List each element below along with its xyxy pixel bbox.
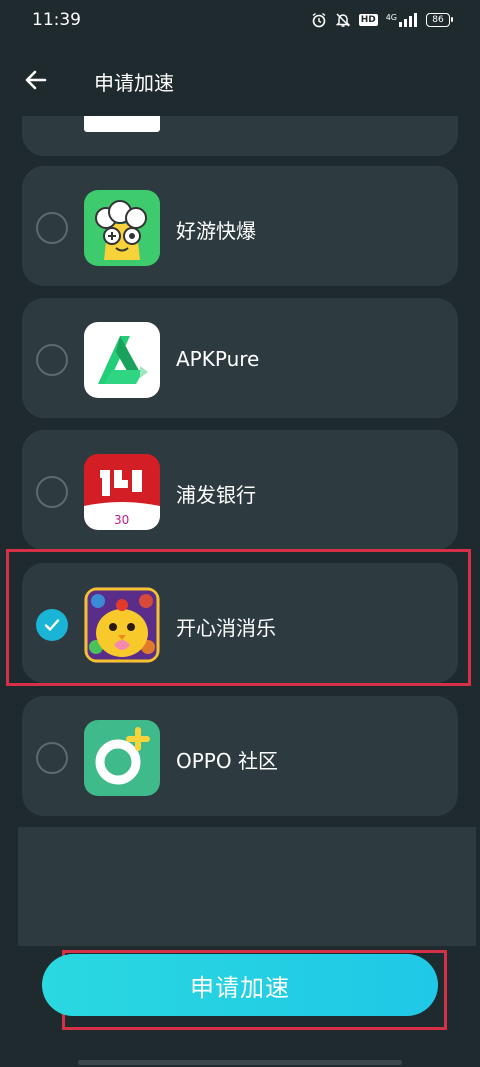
- haoyou-kuaibao-icon: [84, 190, 160, 266]
- list-item-apkpure[interactable]: APKPure: [22, 298, 458, 418]
- status-bar: 11:39 HD 4G 86: [0, 0, 480, 44]
- list-item-happy-elimination[interactable]: 开心消消乐: [22, 563, 458, 683]
- accelerate-request-screen: 11:39 HD 4G 86 申请加速 好游快爆 APKPure 30 浦发银行…: [0, 0, 480, 1067]
- radio-button[interactable]: [36, 742, 68, 774]
- battery-level: 86: [432, 15, 444, 25]
- apkpure-icon: [84, 322, 160, 398]
- app-name: 开心消消乐: [176, 616, 276, 640]
- back-button[interactable]: [20, 64, 52, 96]
- oppo-community-icon: [84, 720, 160, 796]
- app-name: 浦发银行: [176, 483, 256, 507]
- alarm-icon: [311, 12, 327, 28]
- happy-elimination-icon: [84, 587, 160, 663]
- radio-button[interactable]: [36, 212, 68, 244]
- app-name: OPPO 社区: [176, 749, 278, 773]
- list-item-oppo-community[interactable]: OPPO 社区: [22, 696, 458, 816]
- radio-button-checked[interactable]: [36, 609, 68, 641]
- gesture-bar: [78, 1060, 402, 1065]
- list-item-haoyou[interactable]: 好游快爆: [22, 166, 458, 286]
- list-item-partial[interactable]: [22, 116, 458, 156]
- app-name: APKPure: [176, 347, 260, 371]
- signal-icon: 4G: [386, 13, 418, 27]
- list-footer-panel: [18, 827, 476, 946]
- header: 申请加速: [0, 44, 480, 116]
- list-item-spdb[interactable]: 30 浦发银行: [22, 430, 458, 550]
- radio-button[interactable]: [36, 476, 68, 508]
- app-list: 好游快爆 APKPure 30 浦发银行 开心消消乐 OPPO 社区: [0, 116, 480, 946]
- status-icons: HD 4G 86: [311, 12, 453, 28]
- apply-accelerate-button[interactable]: 申请加速: [42, 954, 438, 1016]
- battery-icon: 86: [426, 13, 453, 27]
- spdb-bank-icon: 30: [84, 454, 160, 530]
- mute-bell-icon: [335, 12, 351, 28]
- arrow-left-icon: [25, 70, 47, 90]
- app-name: 好游快爆: [176, 219, 256, 243]
- hd-badge: HD: [358, 14, 378, 26]
- svg-text:30: 30: [114, 513, 129, 527]
- status-time: 11:39: [32, 10, 81, 30]
- app-icon-partial: [84, 116, 160, 132]
- check-icon: [44, 619, 60, 631]
- page-title: 申请加速: [94, 71, 174, 95]
- radio-button[interactable]: [36, 344, 68, 376]
